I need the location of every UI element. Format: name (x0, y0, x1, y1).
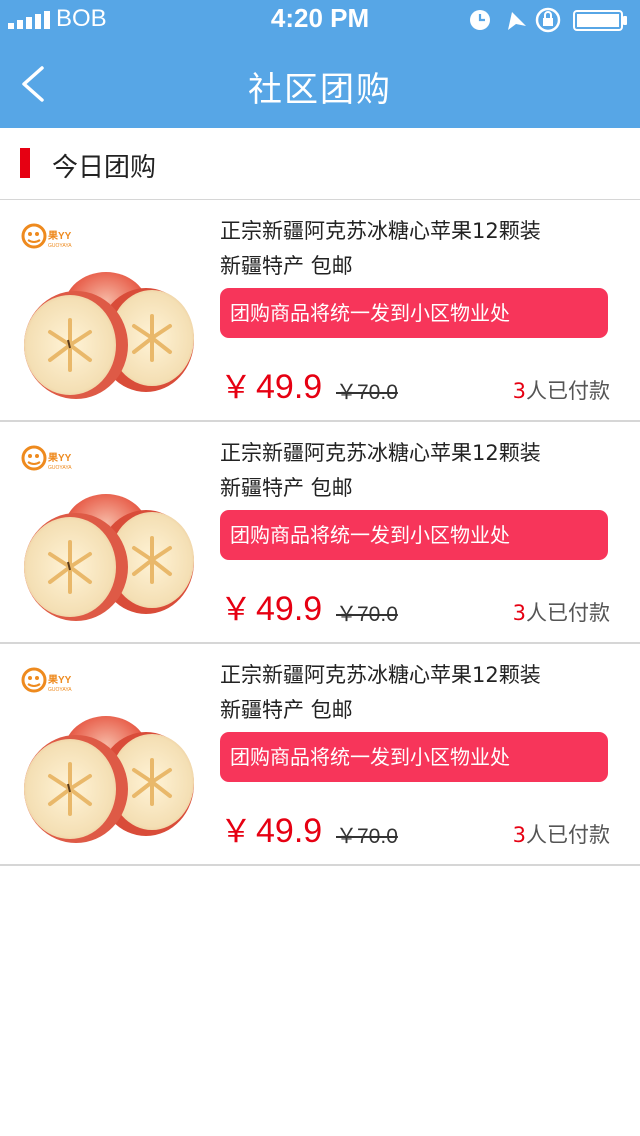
price-value: 49.9 (256, 590, 323, 628)
product-name-line1: 正宗新疆阿克苏冰糖心苹果12颗装 (220, 219, 541, 243)
currency-symbol: ￥ (220, 369, 253, 405)
nav-bar: 社区团购 (0, 40, 640, 128)
paid-number: 3 (512, 379, 526, 403)
product-name-line1: 正宗新疆阿克苏冰糖心苹果12颗装 (220, 441, 541, 465)
location-arrow-icon (508, 12, 526, 30)
group-price: ￥ 49.9 (220, 584, 322, 630)
section-title: 今日团购 (52, 153, 157, 183)
product-image (21, 445, 196, 622)
product-card[interactable]: 正宗新疆阿克苏冰糖心苹果12颗装 新疆特产 包邮 团购商品将统一发到小区物业处 … (0, 644, 640, 866)
price-value: 49.9 (256, 368, 323, 406)
product-name-line2: 新疆特产 包邮 (220, 254, 353, 278)
page-title: 社区团购 (248, 70, 392, 110)
original-price: ￥70.0 (336, 825, 398, 848)
delivery-notice: 团购商品将统一发到小区物业处 (220, 288, 608, 338)
clock-icon (470, 10, 490, 30)
paid-suffix: 人已付款 (526, 379, 610, 403)
currency-symbol: ￥ (220, 591, 253, 627)
paid-count: 3人已付款 (513, 375, 610, 405)
original-price: ￥70.0 (336, 603, 398, 626)
paid-number: 3 (512, 601, 526, 625)
original-price: ￥70.0 (336, 381, 398, 404)
rotation-lock-icon (535, 7, 561, 33)
product-name-line2: 新疆特产 包邮 (220, 698, 353, 722)
paid-count: 3人已付款 (513, 597, 610, 627)
delivery-notice: 团购商品将统一发到小区物业处 (220, 510, 608, 560)
group-price: ￥ 49.9 (220, 806, 322, 852)
product-name-line2: 新疆特产 包邮 (220, 476, 353, 500)
price-value: 49.9 (256, 812, 323, 850)
product-name: 正宗新疆阿克苏冰糖心苹果12颗装 新疆特产 包邮 (220, 436, 620, 506)
top-bar: BOB 4:20 PM 社区团购 (0, 0, 640, 128)
paid-number: 3 (512, 823, 526, 847)
status-bar: BOB 4:20 PM (0, 0, 640, 40)
status-icons (470, 7, 627, 33)
battery-icon (573, 10, 627, 31)
product-card[interactable]: 正宗新疆阿克苏冰糖心苹果12颗装 新疆特产 包邮 团购商品将统一发到小区物业处 … (0, 200, 640, 422)
paid-suffix: 人已付款 (526, 601, 610, 625)
product-image (21, 667, 196, 844)
paid-count: 3人已付款 (513, 819, 610, 849)
product-name: 正宗新疆阿克苏冰糖心苹果12颗装 新疆特产 包邮 (220, 214, 620, 284)
section-header: 今日团购 (0, 128, 640, 200)
product-image (21, 223, 196, 400)
product-name: 正宗新疆阿克苏冰糖心苹果12颗装 新疆特产 包邮 (220, 658, 620, 728)
group-price: ￥ 49.9 (220, 362, 322, 408)
delivery-notice: 团购商品将统一发到小区物业处 (220, 732, 608, 782)
section-accent-bar (20, 148, 30, 178)
product-card[interactable]: 正宗新疆阿克苏冰糖心苹果12颗装 新疆特产 包邮 团购商品将统一发到小区物业处 … (0, 422, 640, 644)
paid-suffix: 人已付款 (526, 823, 610, 847)
currency-symbol: ￥ (220, 813, 253, 849)
product-name-line1: 正宗新疆阿克苏冰糖心苹果12颗装 (220, 663, 541, 687)
